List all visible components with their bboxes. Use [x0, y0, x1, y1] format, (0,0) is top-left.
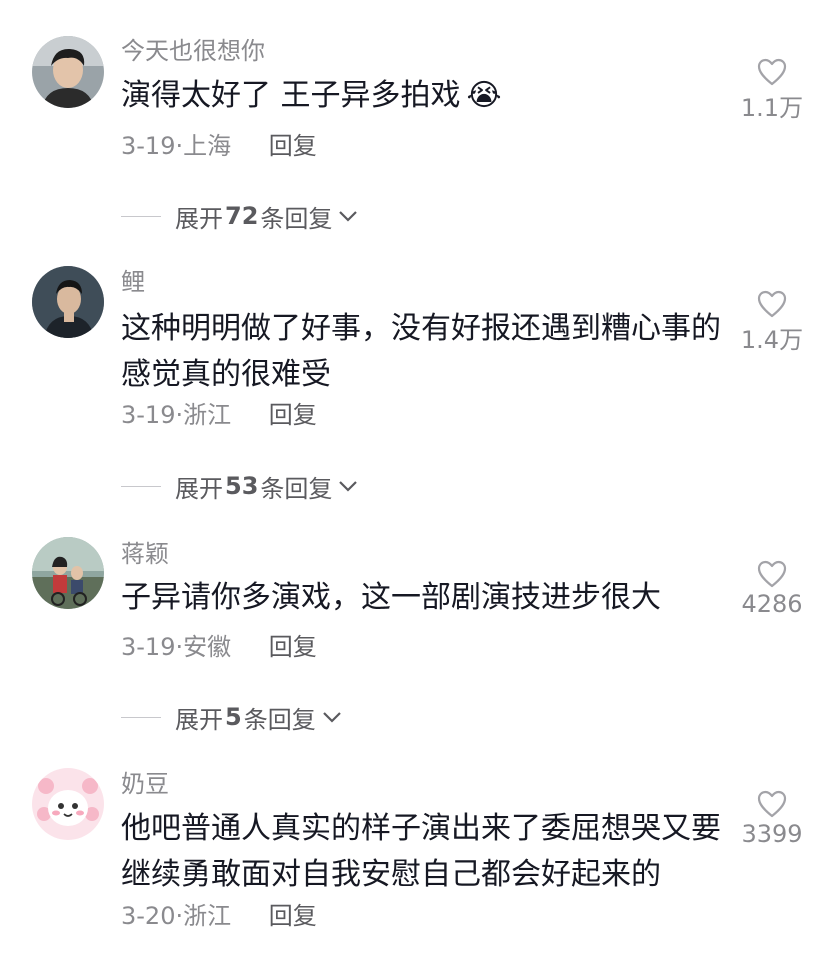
reply-button[interactable]: 回复 [269, 633, 317, 661]
expand-prefix: 展开 [175, 204, 223, 233]
expand-replies-button[interactable]: 展开 53 条回复 [121, 471, 358, 503]
like-button[interactable]: 4286 [732, 560, 812, 618]
comment-text-line: 演得太好了 王子异多拍戏 😭 [121, 73, 731, 119]
expand-suffix: 条回复 [243, 705, 316, 734]
expand-replies-button[interactable]: 展开 5 条回复 [121, 702, 342, 734]
like-count: 1.1万 [740, 94, 804, 122]
chevron-down-icon [339, 481, 358, 492]
comment-meta: 3-19·上海 回复 [121, 132, 317, 160]
reply-button[interactable]: 回复 [269, 132, 317, 160]
reply-count: 53 [225, 472, 259, 500]
like-count: 4286 [741, 590, 803, 618]
comment-username[interactable]: 奶豆 [121, 770, 169, 798]
comment-location: 浙江 [183, 401, 232, 429]
divider [121, 716, 161, 718]
comment-text: 他吧普通人真实的样子演出来了委屈想哭又要 继续勇敢面对自我安慰自己都会好起来的 [121, 806, 731, 898]
comment-text-line: 这种明明做了好事，没有好报还遇到糟心事的 [121, 311, 721, 346]
divider [121, 485, 161, 487]
like-button[interactable]: 1.1万 [732, 58, 812, 123]
avatar[interactable] [32, 266, 104, 338]
comment-text: 子异请你多演戏，这一部剧演技进步很大 [121, 575, 731, 621]
comment-meta: 3-19·安徽 回复 [121, 633, 317, 661]
comment-location: 安徽 [183, 633, 232, 661]
comment-location: 上海 [183, 132, 232, 160]
comment-date: 3-19 [121, 401, 176, 429]
comment-text: 演得太好了 王子异多拍戏 😭 [121, 73, 731, 119]
comment-meta: 3-19·浙江 回复 [121, 401, 317, 429]
comment-date: 3-20 [121, 902, 176, 930]
comment-username[interactable]: 蒋颖 [121, 540, 169, 568]
comment-username[interactable]: 鲤 [121, 268, 145, 296]
chevron-down-icon [339, 211, 358, 222]
heart-outline-icon [757, 58, 787, 86]
avatar[interactable] [32, 768, 104, 840]
comment-meta: 3-20·浙江 回复 [121, 902, 317, 930]
comment-date: 3-19 [121, 633, 176, 661]
reply-button[interactable]: 回复 [269, 902, 317, 930]
like-count: 1.4万 [740, 326, 804, 354]
like-button[interactable]: 1.4万 [732, 290, 812, 355]
reply-count: 5 [225, 703, 242, 731]
comment-text-line: 继续勇敢面对自我安慰自己都会好起来的 [121, 857, 661, 892]
comment-text-line: 子异请你多演戏，这一部剧演技进步很大 [121, 580, 661, 615]
reply-button[interactable]: 回复 [269, 401, 317, 429]
comment-text-line: 他吧普通人真实的样子演出来了委屈想哭又要 [121, 811, 721, 846]
expand-prefix: 展开 [175, 474, 223, 503]
expand-prefix: 展开 [175, 705, 223, 734]
crying-face-icon: 😭 [466, 78, 502, 113]
comment-username[interactable]: 今天也很想你 [121, 37, 265, 65]
heart-outline-icon [757, 790, 787, 818]
chevron-down-icon [322, 712, 341, 723]
avatar[interactable] [32, 537, 104, 609]
divider [121, 215, 161, 217]
comment-text-line: 感觉真的很难受 [121, 357, 331, 392]
avatar[interactable] [32, 36, 104, 108]
comment-text: 这种明明做了好事，没有好报还遇到糟心事的 感觉真的很难受 [121, 306, 731, 398]
comment-date: 3-19 [121, 132, 176, 160]
comment-text-content: 演得太好了 王子异多拍戏 [121, 78, 461, 113]
heart-outline-icon [757, 560, 787, 588]
comment-location: 浙江 [183, 902, 232, 930]
expand-suffix: 条回复 [260, 474, 333, 503]
expand-suffix: 条回复 [260, 204, 333, 233]
like-button[interactable]: 3399 [732, 790, 812, 848]
like-count: 3399 [741, 820, 803, 848]
reply-count: 72 [225, 202, 259, 230]
expand-replies-button[interactable]: 展开 72 条回复 [121, 201, 358, 233]
heart-outline-icon [757, 290, 787, 318]
